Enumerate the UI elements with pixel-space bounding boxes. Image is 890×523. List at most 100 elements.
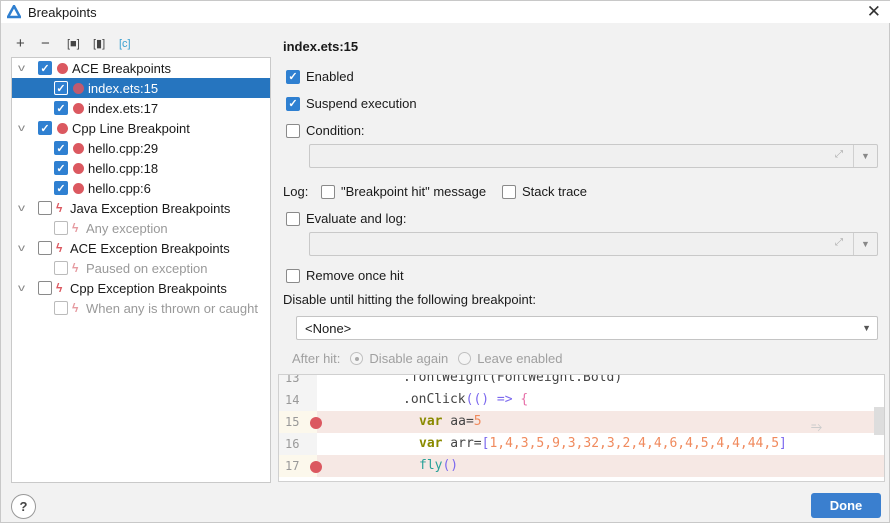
tree-item-label: hello.cpp:6	[88, 180, 151, 196]
condition-checkbox[interactable]: Condition:	[286, 123, 365, 138]
condition-input[interactable]: ⤢ ▼	[309, 144, 878, 168]
checkbox-icon	[286, 123, 300, 138]
tree-item-checkbox[interactable]: ✓	[54, 101, 68, 115]
checkbox-icon	[286, 268, 300, 283]
tree-item-checkbox[interactable]: ✓	[54, 81, 68, 95]
tree-item-label: Java Exception Breakpoints	[70, 200, 231, 216]
lightning-icon: ϟ	[56, 241, 63, 255]
tree-item-checkbox[interactable]	[38, 201, 52, 215]
tree-item-label: ACE Exception Breakpoints	[70, 240, 230, 256]
selected-value: <None>	[305, 321, 352, 336]
group-by-file-icon[interactable]: [▮]	[93, 36, 105, 52]
code-text: var aa=5	[419, 411, 482, 433]
tree-item[interactable]: ✓ hello.cpp:29	[12, 138, 270, 158]
chevron-down-icon[interactable]: v	[18, 123, 32, 134]
breakpoint-icon[interactable]	[310, 461, 322, 473]
condition-label: Condition:	[306, 123, 365, 138]
tree-item[interactable]: ϟ Any exception	[12, 218, 270, 238]
line-number: 14	[279, 389, 317, 411]
suspend-checkbox[interactable]: ✓ Suspend execution	[286, 96, 417, 111]
code-token: ()	[442, 458, 459, 473]
code-preview: 13 .fontWeight(FontWeight.Bold) 14 .onClic…	[278, 374, 885, 482]
chevron-down-icon[interactable]: v	[18, 203, 32, 214]
tree-item-checkbox[interactable]	[54, 221, 68, 235]
breakpoint-dot-icon	[73, 82, 84, 94]
group-by-class-icon[interactable]: [c]	[119, 36, 131, 52]
stack-trace-checkbox[interactable]: Stack trace	[502, 184, 587, 199]
history-dropdown-icon[interactable]: ▼	[853, 145, 877, 167]
scrollbar-thumb[interactable]	[874, 407, 884, 435]
evaluate-label: Evaluate and log:	[306, 211, 407, 226]
leave-enabled-radio[interactable]	[458, 352, 472, 365]
group-by-package-icon[interactable]: [■]	[67, 36, 80, 52]
code-line: 13 .fontWeight(FontWeight.Bold)	[279, 375, 884, 389]
close-icon[interactable]: ✕	[867, 2, 881, 22]
checkbox-icon	[502, 184, 516, 199]
tree-item-checkbox[interactable]	[38, 281, 52, 295]
checkbox-checked-icon: ✓	[286, 69, 300, 84]
code-text: var arr=[1,4,3,5,9,3,32,3,2,4,4,6,4,5,4,…	[419, 433, 787, 455]
remove-once-checkbox[interactable]: Remove once hit	[286, 268, 404, 283]
add-breakpoint-button[interactable]: +	[16, 36, 25, 52]
checkbox-icon	[286, 211, 300, 226]
tree-item[interactable]: v ϟ Cpp Exception Breakpoints	[12, 278, 270, 298]
tree-item-label: hello.cpp:29	[88, 140, 159, 156]
tree-item[interactable]: ✓ hello.cpp:6	[12, 178, 270, 198]
tree-item[interactable]: ✓ index.ets:17	[12, 98, 270, 118]
tree-item[interactable]: ✓ index.ets:15	[12, 78, 270, 98]
lightning-icon: ϟ	[72, 301, 79, 315]
tree-item-checkbox[interactable]	[54, 261, 68, 275]
done-button[interactable]: Done	[811, 493, 881, 518]
tree-item[interactable]: ϟ When any is thrown or caught	[12, 298, 270, 318]
app-logo-icon	[7, 5, 21, 19]
tree-item[interactable]: v ϟ ACE Exception Breakpoints	[12, 238, 270, 258]
expand-icon[interactable]: ⤢	[835, 149, 843, 160]
window-title: Breakpoints	[28, 5, 97, 20]
help-button[interactable]: ?	[11, 494, 36, 519]
code-text: fly()	[419, 455, 458, 477]
chevron-down-icon[interactable]: v	[18, 283, 32, 294]
tree-item-checkbox[interactable]: ✓	[38, 121, 52, 135]
log-message-checkbox[interactable]: "Breakpoint hit" message	[321, 184, 486, 199]
tree-item-checkbox[interactable]: ✓	[54, 161, 68, 175]
tree-item-checkbox[interactable]	[54, 301, 68, 315]
remove-breakpoint-button[interactable]: −	[41, 36, 50, 52]
chevron-down-icon[interactable]: v	[18, 63, 32, 74]
breakpoint-dot-icon	[73, 102, 84, 114]
breakpoint-tree[interactable]: v ✓ ACE Breakpoints ✓ index.ets:15 ✓ index.ets…	[11, 57, 271, 483]
tree-item-label: Any exception	[86, 220, 168, 236]
tree-item-checkbox[interactable]: ✓	[38, 61, 52, 75]
tree-item[interactable]: v ✓ ACE Breakpoints	[12, 58, 270, 78]
code-line: 14 .onClick(() => {	[279, 389, 884, 411]
tree-item-label: ACE Breakpoints	[72, 60, 171, 76]
evaluate-input[interactable]: ⤢ ▼	[309, 232, 878, 256]
tree-item[interactable]: ✓ hello.cpp:18	[12, 158, 270, 178]
tree-item-label: Paused on exception	[86, 260, 208, 276]
expand-icon[interactable]: ⤢	[835, 237, 843, 248]
tree-item[interactable]: v ϟ Java Exception Breakpoints	[12, 198, 270, 218]
breakpoint-dot-icon	[73, 182, 84, 194]
tree-item-label: When any is thrown or caught	[86, 300, 258, 316]
tree-item[interactable]: v ✓ Cpp Line Breakpoint	[12, 118, 270, 138]
code-line: 15 var aa=5	[279, 411, 884, 433]
tree-item-checkbox[interactable]: ✓	[54, 141, 68, 155]
breakpoint-heading: index.ets:15	[283, 39, 359, 54]
checkbox-checked-icon: ✓	[286, 96, 300, 111]
breakpoint-icon[interactable]	[310, 417, 322, 429]
disable-again-radio[interactable]	[350, 352, 364, 365]
log-label: Log:	[283, 184, 309, 199]
evaluate-checkbox[interactable]: Evaluate and log:	[286, 211, 406, 226]
tree-item-label: Cpp Exception Breakpoints	[70, 280, 227, 296]
chevron-down-icon[interactable]: v	[18, 243, 32, 254]
tree-item-checkbox[interactable]	[38, 241, 52, 255]
enabled-checkbox[interactable]: ✓ Enabled	[286, 69, 354, 84]
soft-wrap-icon[interactable]: ⥱	[811, 419, 822, 435]
breakpoint-dot-icon	[57, 122, 68, 134]
code-token: {	[520, 392, 529, 407]
tree-item-checkbox[interactable]: ✓	[54, 181, 68, 195]
disable-until-select[interactable]: <None> ▼	[296, 316, 878, 340]
history-dropdown-icon[interactable]: ▼	[853, 233, 877, 255]
tree-item[interactable]: ϟ Paused on exception	[12, 258, 270, 278]
tree-item-label: hello.cpp:18	[88, 160, 159, 176]
code-token: var	[419, 436, 443, 451]
